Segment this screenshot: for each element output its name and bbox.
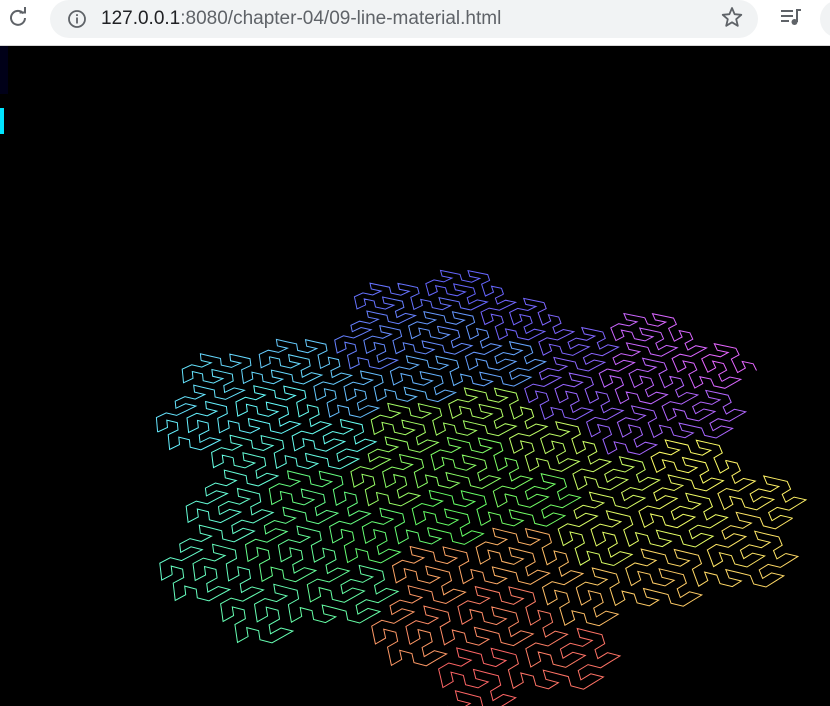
gosper-curve-segment <box>650 439 730 492</box>
gosper-curve-segment <box>480 293 547 341</box>
gosper-curve-segment <box>448 387 523 437</box>
gosper-curve-segment <box>598 357 681 405</box>
media-control-icon <box>779 5 803 34</box>
reload-button[interactable] <box>6 6 30 32</box>
gosper-curve-segment <box>389 355 472 403</box>
webgl-canvas[interactable] <box>0 46 830 706</box>
gosper-curve-segment <box>466 341 548 387</box>
url-text[interactable]: 127.0.0.1:8080/chapter-04/09-line-materi… <box>101 7 501 31</box>
gosper-curve-segment <box>185 452 280 524</box>
gosper-curve-segment <box>457 585 576 668</box>
gosper-curve-segment <box>370 402 478 438</box>
gosper-curve-segment <box>701 343 757 382</box>
gosper-curve-segment <box>199 353 324 385</box>
gosper-curve-segment <box>334 298 418 370</box>
gosper-curve-segment <box>425 269 504 311</box>
gosper-curve-segment <box>475 527 552 585</box>
gosper-curve-segment <box>382 453 502 490</box>
gosper-curve-segment <box>235 385 307 434</box>
gosper-curve-segment <box>353 282 472 311</box>
url-host: 127.0.0.1 <box>101 8 181 29</box>
gosper-curve-segment <box>170 543 253 602</box>
gosper-curve-segment <box>661 378 748 434</box>
star-icon <box>721 6 743 33</box>
gosper-curve-segment <box>340 507 443 564</box>
gosper-curve-segment <box>277 525 351 603</box>
gosper-curve-segment <box>706 511 793 568</box>
gosper-curve-segment <box>438 647 517 706</box>
gosper-curve-segment <box>220 583 300 644</box>
media-control-button[interactable] <box>778 6 804 32</box>
gosper-curve-segment <box>291 402 378 453</box>
gosper-curve-segment <box>363 324 474 363</box>
gosper-curve-segment <box>607 405 725 456</box>
gosper-curve-segment <box>541 542 620 627</box>
gosper-curve-segment <box>625 548 800 588</box>
browser-toolbar: 127.0.0.1:8080/chapter-04/09-line-materi… <box>0 0 830 46</box>
gosper-curve-segment <box>644 313 743 389</box>
gosper-curve-segment <box>157 400 261 451</box>
info-icon[interactable] <box>67 9 87 29</box>
gosper-curve-segment <box>507 627 622 690</box>
gosper-curve-segment <box>371 585 456 667</box>
address-bar[interactable]: 127.0.0.1:8080/chapter-04/09-line-materi… <box>50 0 758 38</box>
gosper-curve-segment <box>408 310 503 364</box>
gosper-curve-segment <box>717 459 808 522</box>
gosper-curve-segment <box>411 489 487 545</box>
gosper-curve-segment <box>159 487 275 581</box>
bookmark-star-button[interactable] <box>720 6 744 33</box>
gosper-curve-segment <box>537 302 620 356</box>
gosper-curve-segment <box>638 474 729 529</box>
gosper-curve-segment <box>391 545 498 599</box>
gosper-curve-segment <box>554 372 625 455</box>
gosper-curve-segment <box>350 436 440 507</box>
gosper-curve-lines <box>155 269 808 706</box>
reload-icon <box>8 6 28 32</box>
gosper-curve-segment <box>405 605 535 647</box>
url-path: :8080/chapter-04/09-line-material.html <box>180 8 502 29</box>
profile-button[interactable] <box>820 0 830 38</box>
gosper-curve-segment <box>575 567 704 607</box>
